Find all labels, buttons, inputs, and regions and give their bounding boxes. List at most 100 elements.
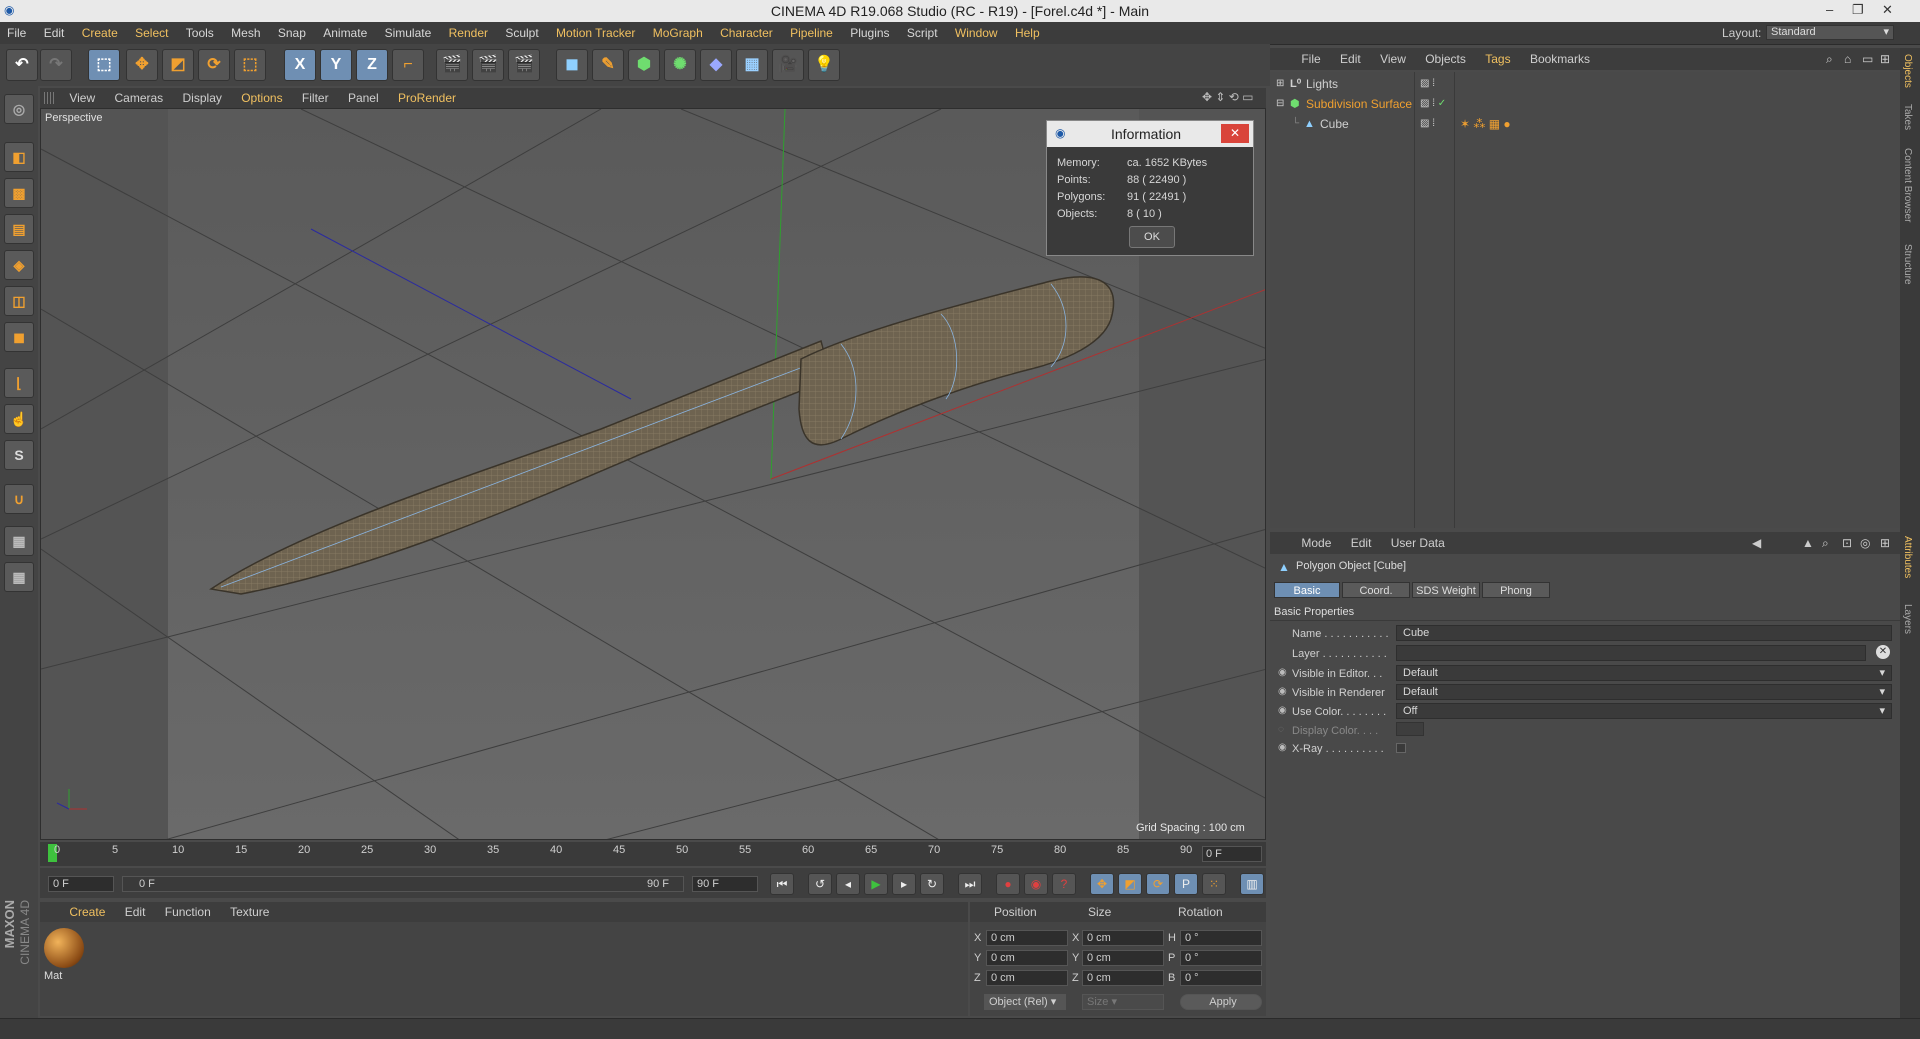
settings-icon[interactable]: ◎ (1860, 536, 1870, 550)
size-y-field[interactable]: 0 cm (1082, 950, 1164, 966)
snap-button[interactable]: ∪ (4, 484, 34, 514)
keyframe-selection-button[interactable]: ? (1052, 873, 1076, 895)
deformer-button[interactable]: ◆ (700, 49, 732, 81)
camera-button[interactable]: 🎥 (772, 49, 804, 81)
visible-in-editor-select[interactable]: Default ▾ (1396, 665, 1892, 681)
viewport-nav-icons[interactable]: ✥ ⇕ ⟲ ▭ (1202, 90, 1254, 104)
animate-radio-icon[interactable]: ◌ (1278, 724, 1284, 735)
search-icon[interactable]: ⌕ (1822, 536, 1829, 551)
solo-button[interactable]: S (4, 440, 34, 470)
name-field[interactable]: Cube (1396, 625, 1892, 641)
y-axis-button[interactable]: Y (320, 49, 352, 81)
redo-button[interactable]: ↷ (40, 49, 72, 81)
attribute-menu-mode[interactable]: Mode (1293, 532, 1339, 554)
rotate-tool-button[interactable]: ⟳ (198, 49, 230, 81)
render-view-button[interactable]: 🎬 (436, 49, 468, 81)
layout-select[interactable]: Standard ▾ (1766, 25, 1894, 40)
tab-basic[interactable]: Basic (1274, 582, 1340, 598)
go-to-end-button[interactable]: ⏭ (958, 873, 982, 895)
live-selection-button[interactable]: ⬚ (88, 49, 120, 81)
up-arrow-icon[interactable]: ▲ (1802, 536, 1814, 550)
end-frame-field[interactable]: 90 F (692, 876, 758, 892)
menu-plugins[interactable]: Plugins (843, 22, 896, 44)
menu-character[interactable]: Character (713, 22, 780, 44)
viewport-menu-filter[interactable]: Filter (294, 88, 337, 108)
menu-mograph[interactable]: MoGraph (646, 22, 710, 44)
material-menu-edit[interactable]: Edit (117, 902, 154, 922)
menu-help[interactable]: Help (1008, 22, 1047, 44)
cube-primitive-button[interactable]: ◼ (556, 49, 588, 81)
current-frame-field[interactable]: 0 F (1202, 846, 1262, 862)
object-menu-objects[interactable]: Objects (1417, 48, 1474, 70)
attribute-menu-edit[interactable]: Edit (1343, 532, 1380, 554)
start-frame-field[interactable]: 0 F (48, 876, 114, 892)
expand-icon[interactable]: ⊞ (1880, 52, 1890, 66)
render-picture-viewer-button[interactable]: 🎬 (472, 49, 504, 81)
key-pla-button[interactable]: ⁙ (1202, 873, 1226, 895)
viewport-menu-view[interactable]: View (61, 88, 103, 108)
timeline-window-button[interactable]: ▥ (1240, 873, 1264, 895)
rotation-h-field[interactable]: 0 ° (1180, 930, 1262, 946)
object-menu-tags[interactable]: Tags (1477, 48, 1518, 70)
position-z-field[interactable]: 0 cm (986, 970, 1068, 986)
menu-edit[interactable]: Edit (37, 22, 72, 44)
size-z-field[interactable]: 0 cm (1082, 970, 1164, 986)
timeline-ruler[interactable]: 0 5 10 15 20 25 30 35 40 45 50 55 60 65 … (40, 842, 1266, 866)
scale-tool-button[interactable]: ◩ (162, 49, 194, 81)
menu-mesh[interactable]: Mesh (224, 22, 267, 44)
preview-range-slider[interactable]: 0 F 90 F (122, 876, 684, 892)
menu-file[interactable]: File (0, 22, 33, 44)
texture-mode-button[interactable]: ▩ (4, 178, 34, 208)
collapse-icon[interactable]: ⊟ (1276, 94, 1284, 114)
model-mode-button[interactable]: ◧ (4, 142, 34, 172)
position-x-field[interactable]: 0 cm (986, 930, 1068, 946)
object-row-cube[interactable]: └ ▲ Cube ▨ ⁞ ✶ ⁂ ▦ ● (1270, 114, 1900, 134)
animate-radio-icon[interactable]: ◉ (1278, 686, 1287, 697)
object-row-lights[interactable]: ⊞ L⁰ Lights ▨ ⁞ (1270, 74, 1900, 94)
visible-in-renderer-select[interactable]: Default ▾ (1396, 684, 1892, 700)
menu-motion-tracker[interactable]: Motion Tracker (549, 22, 642, 44)
z-axis-button[interactable]: Z (356, 49, 388, 81)
object-name[interactable]: Lights (1306, 74, 1338, 94)
x-axis-button[interactable]: X (284, 49, 316, 81)
points-mode-button[interactable]: ◈ (4, 250, 34, 280)
render-settings-button[interactable]: 🎬 (508, 49, 540, 81)
polygons-mode-button[interactable]: ◼ (4, 322, 34, 352)
side-tab-attributes[interactable]: Attributes (1902, 536, 1913, 578)
visibility-dots-icon[interactable]: ▨ ⁞ ✓ (1420, 94, 1446, 114)
menu-create[interactable]: Create (75, 22, 125, 44)
tweak-mode-button[interactable]: ☝ (4, 404, 34, 434)
new-view-icon[interactable]: ▭ (1862, 52, 1873, 66)
planar-workplane-button[interactable]: ▦ (4, 562, 34, 592)
ok-button[interactable]: OK (1129, 226, 1175, 248)
menu-tools[interactable]: Tools (179, 22, 221, 44)
viewport-menu-panel[interactable]: Panel (340, 88, 387, 108)
menu-window[interactable]: Window (948, 22, 1005, 44)
rotation-b-field[interactable]: 0 ° (1180, 970, 1262, 986)
visibility-dots-icon[interactable]: ▨ ⁞ (1420, 114, 1435, 134)
go-to-start-button[interactable]: ⏮ (770, 873, 794, 895)
menu-snap[interactable]: Snap (271, 22, 313, 44)
cloner-button[interactable]: ✺ (664, 49, 696, 81)
viewport-menu-prorender[interactable]: ProRender (390, 88, 464, 108)
edges-mode-button[interactable]: ◫ (4, 286, 34, 316)
move-tool-button[interactable]: ✥ (126, 49, 158, 81)
restore-icon[interactable]: ❐ (1852, 2, 1864, 18)
minimize-icon[interactable]: – (1826, 2, 1833, 17)
expand-icon[interactable]: ⊞ (1276, 74, 1284, 94)
previous-key-button[interactable]: ↺ (808, 873, 832, 895)
tab-sds-weight[interactable]: SDS Weight (1412, 582, 1480, 598)
material-menu-create[interactable]: Create (61, 902, 113, 922)
home-icon[interactable]: ⌂ (1844, 52, 1851, 66)
apply-button[interactable]: Apply (1180, 994, 1262, 1010)
object-menu-file[interactable]: File (1293, 48, 1328, 70)
lock-icon[interactable]: ⊡ (1842, 536, 1852, 550)
undo-button[interactable]: ↶ (6, 49, 38, 81)
key-parameter-button[interactable]: P (1174, 873, 1198, 895)
object-name[interactable]: Subdivision Surface (1306, 94, 1412, 114)
make-editable-button[interactable]: ◎ (4, 94, 34, 124)
material-menu-function[interactable]: Function (157, 902, 219, 922)
menu-simulate[interactable]: Simulate (378, 22, 439, 44)
size-x-field[interactable]: 0 cm (1082, 930, 1164, 946)
close-button[interactable]: ✕ (1221, 124, 1249, 143)
